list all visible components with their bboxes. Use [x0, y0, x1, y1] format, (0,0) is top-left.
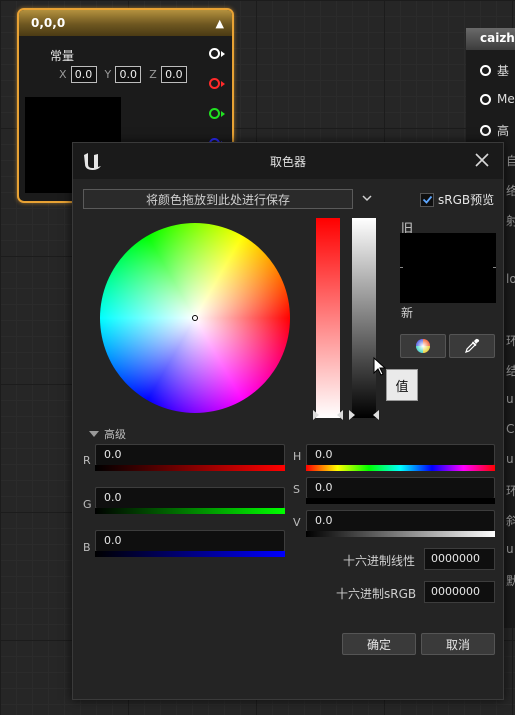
g-gradient-slider[interactable] [95, 508, 285, 514]
value-slider[interactable] [352, 218, 376, 418]
material-node-row-label: u [506, 542, 514, 556]
close-icon[interactable] [473, 151, 491, 169]
node-title: 0,0,0 [31, 16, 66, 30]
material-node-row-label: u [506, 452, 514, 466]
dialog-titlebar[interactable]: 取色器 [73, 143, 503, 179]
preview-tick [400, 267, 403, 268]
input-pin[interactable] [480, 93, 491, 105]
advanced-label: 高级 [104, 428, 126, 441]
cancel-button[interactable]: 取消 [421, 633, 495, 655]
b-label: B [83, 541, 91, 554]
material-node-row-label: 环 [506, 484, 515, 498]
chevron-down-icon[interactable] [360, 191, 374, 205]
g-label: G [83, 498, 92, 511]
material-node-title: caizhi [466, 28, 515, 50]
material-node-row-label: 斜 [506, 514, 515, 528]
s-input[interactable]: 0.0 [306, 477, 495, 499]
hex-srgb-label: 十六进制sRGB [336, 587, 417, 601]
color-save-dropzone[interactable]: 将颜色拖放到此处进行保存 [83, 189, 353, 209]
b-input[interactable]: 0.0 [95, 530, 285, 552]
r-gradient-slider[interactable] [95, 465, 285, 471]
g-input[interactable]: 0.0 [95, 487, 285, 509]
hex-linear-input[interactable]: 0000000 [424, 548, 495, 570]
srgb-checkbox[interactable] [420, 192, 434, 207]
mouse-pointer-icon [373, 357, 387, 376]
dialog-title: 取色器 [269, 154, 306, 169]
s-label: S [293, 483, 300, 496]
v-input[interactable]: 0.0 [306, 510, 495, 532]
slider-handle-right[interactable] [337, 410, 343, 420]
material-node-row-label: 络 [506, 184, 515, 198]
eyedropper-icon [465, 338, 480, 353]
material-node-row-label: 自 [506, 154, 515, 168]
material-node-row[interactable]: 高 [480, 122, 509, 139]
v-gradient-slider[interactable] [306, 531, 495, 537]
unreal-logo-icon [84, 153, 101, 170]
output-pin-rgb[interactable] [209, 48, 225, 59]
color-wheel-selector[interactable] [192, 315, 198, 321]
output-pin-r[interactable] [209, 78, 225, 89]
z-label: Z [149, 68, 157, 81]
tooltip: 值 [386, 369, 418, 401]
y-label: Y [104, 68, 112, 81]
saturation-slider[interactable] [316, 218, 340, 418]
material-node-row-label: 高 [497, 124, 510, 138]
material-node-row-label: 基 [497, 64, 510, 78]
color-wheel-icon [416, 339, 430, 353]
material-node-row-label: Me [497, 92, 515, 106]
h-input[interactable]: 0.0 [306, 444, 495, 466]
b-gradient-slider[interactable] [95, 551, 285, 557]
z-input[interactable]: 0.0 [160, 66, 187, 83]
triangle-down-icon [89, 431, 99, 437]
s-gradient-slider[interactable] [306, 498, 495, 504]
material-node-row[interactable]: Me [480, 92, 515, 106]
material-node-row-label: Cu [506, 422, 515, 436]
color-themes-button[interactable] [400, 334, 446, 358]
chevron-up-icon[interactable]: ▲ [216, 17, 224, 30]
material-node-row[interactable]: 基 [480, 62, 509, 79]
v-label: V [293, 516, 301, 529]
slider-handle-left[interactable] [313, 410, 319, 420]
x-input[interactable]: 0.0 [70, 66, 97, 83]
material-node-row-label: 默 [506, 574, 515, 588]
srgb-label: sRGB预览 [438, 193, 495, 207]
material-node-row-label: 射 [506, 214, 515, 228]
hex-srgb-input[interactable]: 0000000 [424, 581, 495, 603]
r-label: R [83, 454, 91, 467]
color-picker-dialog: 取色器 将颜色拖放到此处进行保存 sRGB预览 旧 新 值 高级 R 0.0 G… [72, 142, 504, 700]
slider-handle-right[interactable] [373, 410, 379, 420]
node-header[interactable]: 0,0,0 ▲ [19, 10, 232, 36]
color-preview [400, 233, 496, 303]
preview-tick [493, 267, 496, 268]
hex-linear-label: 十六进制线性 [343, 554, 416, 568]
srgb-preview-toggle[interactable]: sRGB预览 [420, 191, 494, 208]
material-node-row-label: u [506, 392, 514, 406]
y-input[interactable]: 0.0 [115, 66, 142, 83]
input-pin[interactable] [480, 65, 491, 76]
material-node-row-label: 结 [506, 364, 515, 378]
ok-button[interactable]: 确定 [342, 633, 416, 655]
material-node-row-label: lo [506, 272, 515, 286]
eyedropper-button[interactable] [449, 334, 495, 358]
x-label: X [59, 68, 67, 81]
advanced-toggle[interactable]: 高级 [89, 426, 126, 442]
slider-handle-left[interactable] [349, 410, 355, 420]
vector-inputs: X 0.0 Y 0.0 Z 0.0 [59, 66, 191, 83]
r-input[interactable]: 0.0 [95, 444, 285, 466]
input-pin[interactable] [480, 125, 491, 136]
h-gradient-slider[interactable] [306, 465, 495, 471]
h-label: H [293, 450, 302, 463]
output-pin-g[interactable] [209, 108, 225, 119]
checkmark-icon [422, 195, 432, 204]
node-row-label: 常量 [50, 49, 75, 63]
material-node-row-label: 环 [506, 334, 515, 348]
color-wheel[interactable] [100, 223, 290, 413]
new-color-label: 新 [401, 306, 414, 320]
